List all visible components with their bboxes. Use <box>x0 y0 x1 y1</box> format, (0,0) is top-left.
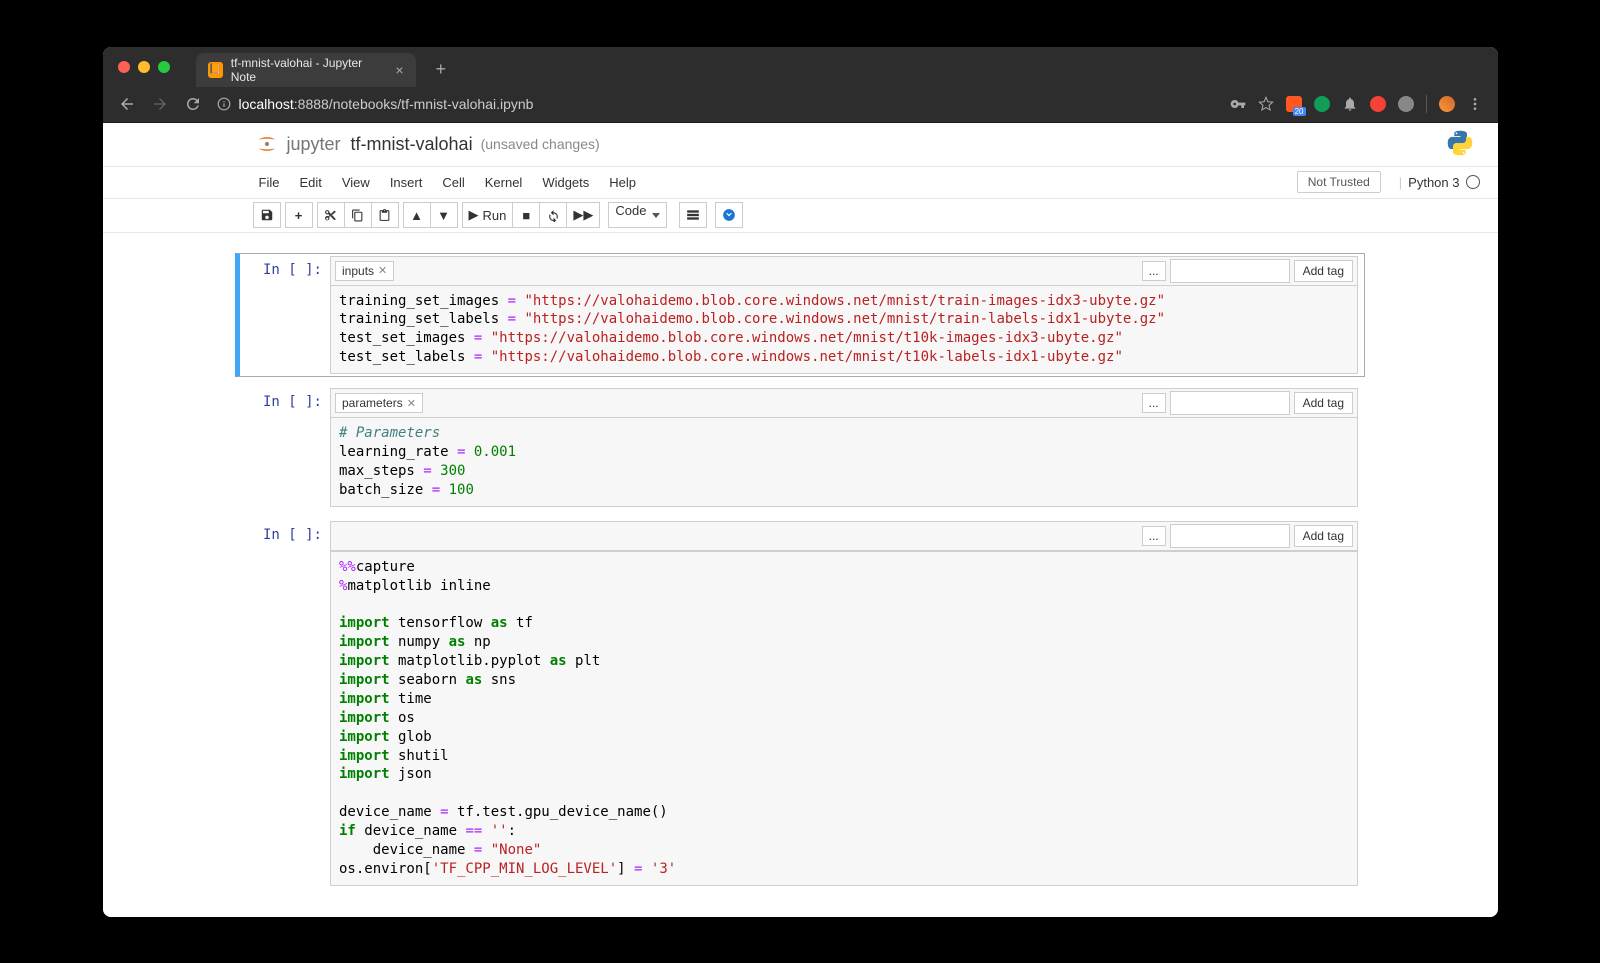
tag-input[interactable] <box>1170 391 1290 415</box>
url-field[interactable]: localhost:8888/notebooks/tf-mnist-valoha… <box>217 96 1215 112</box>
kernel-indicator[interactable]: | Python 3 <box>1399 175 1480 190</box>
add-tag-button[interactable]: Add tag <box>1294 392 1353 414</box>
remove-tag-icon[interactable]: ✕ <box>378 264 387 277</box>
menu-kernel[interactable]: Kernel <box>475 171 533 194</box>
save-icon[interactable] <box>253 202 281 228</box>
cell-tag[interactable]: parameters ✕ <box>335 393 423 413</box>
code-cell[interactable]: In [ ]:inputs ✕... Add tag training_set_im… <box>235 253 1365 378</box>
menu-help[interactable]: Help <box>599 171 646 194</box>
add-tag-button[interactable]: Add tag <box>1294 525 1353 547</box>
menu-dots-icon[interactable] <box>1467 96 1483 112</box>
forward-icon[interactable] <box>151 95 169 113</box>
window-minimize[interactable] <box>138 61 150 73</box>
jupyter-header: jupyter tf-mnist-valohai (unsaved change… <box>103 123 1498 167</box>
browser-tab[interactable]: 📙 tf-mnist-valohai - Jupyter Note × <box>196 53 416 87</box>
add-cell-icon[interactable]: + <box>285 202 313 228</box>
toolbar: + ▲ ▼ ▶Run ■ ▶▶ Code <box>103 199 1498 233</box>
copy-icon[interactable] <box>344 202 372 228</box>
tag-input[interactable] <box>1170 524 1290 548</box>
cell-prompt: In [ ]: <box>240 256 330 375</box>
valohai-icon[interactable] <box>715 202 743 228</box>
window-close[interactable] <box>118 61 130 73</box>
tag-more[interactable]: ... <box>1142 261 1166 281</box>
tag-bar: ... Add tag <box>330 521 1358 551</box>
cell-prompt: In [ ]: <box>240 521 330 886</box>
extension-icons: 20 <box>1230 95 1483 113</box>
add-tag-button[interactable]: Add tag <box>1294 260 1353 282</box>
notebook-title[interactable]: tf-mnist-valohai <box>351 134 473 155</box>
new-tab-icon[interactable]: + <box>436 59 447 80</box>
notebook-area[interactable]: In [ ]:inputs ✕...Add tagtraining_set_im… <box>103 233 1498 917</box>
tag-more[interactable]: ... <box>1142 526 1166 546</box>
kernel-status-icon <box>1466 175 1480 189</box>
restart-icon[interactable] <box>539 202 567 228</box>
code-input[interactable]: training_set_images = "https://valohaide… <box>330 286 1358 375</box>
info-icon <box>217 97 231 111</box>
code-input[interactable]: # Parameters learning_rate = 0.001 max_s… <box>330 418 1358 507</box>
python-logo <box>1446 129 1474 160</box>
move-down-icon[interactable]: ▼ <box>430 202 458 228</box>
run-button[interactable]: ▶Run <box>462 202 514 228</box>
cell-type-select[interactable]: Code <box>608 202 667 228</box>
cut-icon[interactable] <box>317 202 345 228</box>
stop-icon[interactable]: ■ <box>512 202 540 228</box>
jupyter-favicon: 📙 <box>208 62 223 78</box>
profile-avatar[interactable] <box>1439 96 1455 112</box>
cell-prompt: In [ ]: <box>240 388 330 507</box>
command-palette-icon[interactable] <box>679 202 707 228</box>
code-cell[interactable]: In [ ]:... Add tag %%capture %matplotlib i… <box>235 518 1365 889</box>
tag-more[interactable]: ... <box>1142 393 1166 413</box>
cell-tag[interactable]: inputs ✕ <box>335 261 394 281</box>
window-maximize[interactable] <box>158 61 170 73</box>
menu-insert[interactable]: Insert <box>380 171 433 194</box>
code-cell[interactable]: In [ ]:parameters ✕... Add tag # Parameter… <box>235 385 1365 510</box>
back-icon[interactable] <box>118 95 136 113</box>
remove-tag-icon[interactable]: ✕ <box>407 397 416 410</box>
menu-view[interactable]: View <box>332 171 380 194</box>
move-up-icon[interactable]: ▲ <box>403 202 431 228</box>
reload-icon[interactable] <box>184 95 202 113</box>
grammarly-icon[interactable] <box>1314 96 1330 112</box>
jupyter-logo[interactable]: jupyter <box>253 130 341 158</box>
tag-bar: inputs ✕... Add tag <box>330 256 1358 286</box>
key-icon[interactable] <box>1230 96 1246 112</box>
chrome-tab-bar: 📙 tf-mnist-valohai - Jupyter Note × + <box>103 47 1498 87</box>
tag-input[interactable] <box>1170 259 1290 283</box>
menu-widgets[interactable]: Widgets <box>532 171 599 194</box>
save-status: (unsaved changes) <box>481 136 600 152</box>
menu-file[interactable]: File <box>249 171 290 194</box>
star-icon[interactable] <box>1258 96 1274 112</box>
bell-icon[interactable] <box>1342 96 1358 112</box>
tag-bar: parameters ✕... Add tag <box>330 388 1358 418</box>
menu-edit[interactable]: Edit <box>289 171 331 194</box>
browser-window: 📙 tf-mnist-valohai - Jupyter Note × + lo… <box>103 47 1498 917</box>
url-bar: localhost:8888/notebooks/tf-mnist-valoha… <box>103 87 1498 123</box>
adblock-icon[interactable] <box>1370 96 1386 112</box>
menu-bar: FileEditViewInsertCellKernelWidgetsHelp … <box>103 167 1498 199</box>
close-tab-icon[interactable]: × <box>395 62 403 78</box>
fast-forward-icon[interactable]: ▶▶ <box>566 202 600 228</box>
paste-icon[interactable] <box>371 202 399 228</box>
code-input[interactable]: %%capture %matplotlib inline import tens… <box>330 551 1358 886</box>
trust-button[interactable]: Not Trusted <box>1297 171 1381 193</box>
tab-title: tf-mnist-valohai - Jupyter Note <box>231 56 384 84</box>
menu-cell[interactable]: Cell <box>432 171 474 194</box>
extension-icon[interactable] <box>1398 96 1414 112</box>
extension-badge[interactable]: 20 <box>1286 96 1302 112</box>
